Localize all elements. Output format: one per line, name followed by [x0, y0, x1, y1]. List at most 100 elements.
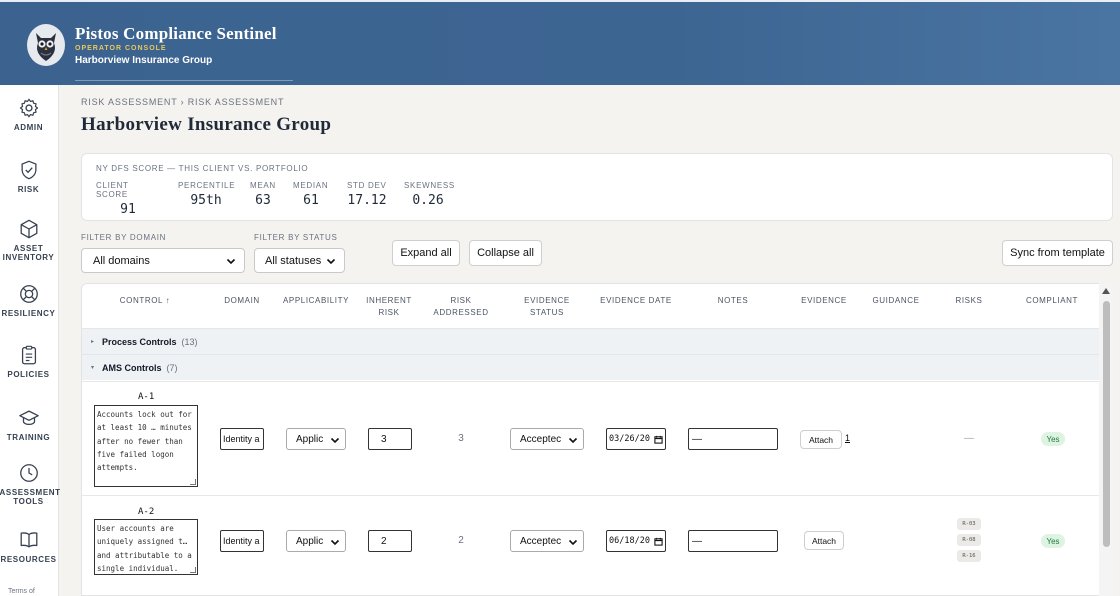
control-description-textarea[interactable]: User accounts are uniquely assigned t… a… — [94, 519, 198, 575]
stat-label: STD DEV — [347, 181, 387, 190]
sidebar-item-resiliency[interactable]: RESILIENCY — [0, 283, 57, 318]
stat-label: SKEWNESS — [404, 181, 455, 190]
group-row-ams-controls[interactable]: ▾ AMS Controls (7) — [82, 354, 1100, 380]
domain-input[interactable]: Identity a — [220, 530, 264, 552]
book-icon — [20, 532, 37, 548]
domain-filter-select[interactable]: All domains — [81, 248, 245, 273]
column-header-risks[interactable]: RISKS — [952, 295, 986, 307]
stat-label: CLIENT SCORE — [96, 181, 129, 199]
sidebar-item-assessment-tools[interactable]: ASSESSMENT TOOLS — [0, 462, 61, 506]
evidence-date-input[interactable]: 03/26/20 — [606, 428, 666, 450]
stat-label: MEAN — [250, 181, 276, 190]
collapse-all-button[interactable]: Collapse all — [469, 240, 542, 266]
inherent-risk-input[interactable]: 3 — [368, 428, 412, 450]
sidebar-item-resources[interactable]: RESOURCES — [0, 529, 57, 564]
resize-grip-icon[interactable] — [190, 567, 196, 573]
sync-from-template-button[interactable]: Sync from template — [1002, 240, 1113, 266]
stat-value: 0.26 — [412, 193, 444, 208]
column-header-compliant[interactable]: COMPLIANT — [1022, 295, 1082, 307]
control-description-textarea[interactable]: Accounts lock out for at least 10 … minu… — [94, 405, 198, 487]
evidence-status-select[interactable]: Acceptec — [510, 530, 584, 552]
domain-input[interactable]: Identity a — [220, 428, 264, 450]
notes-input[interactable]: — — [688, 428, 778, 450]
stat-label: MEDIAN — [293, 181, 329, 190]
column-header-control[interactable]: CONTROL ↑ — [112, 295, 178, 307]
sidebar-item-policies[interactable]: POLICIES — [0, 344, 57, 379]
app-header: Pistos Compliance Sentinel OPERATOR CONS… — [0, 0, 1120, 85]
chevron-down-icon — [568, 539, 578, 546]
column-header-inherent-risk[interactable]: INHERENT RISK — [364, 295, 414, 319]
group-name: Process Controls — [102, 336, 177, 347]
chevron-down-icon — [568, 437, 578, 444]
risks-empty: — — [964, 433, 974, 444]
status-filter-select[interactable]: All statuses — [254, 248, 345, 273]
column-header-evidence-date[interactable]: EVIDENCE DATE — [600, 295, 672, 307]
risk-chip[interactable]: R-16 — [957, 550, 981, 562]
control-id: A-1 — [138, 392, 155, 402]
expand-all-button[interactable]: Expand all — [392, 240, 460, 266]
breadcrumb: RISK ASSESSMENT › RISK ASSESSMENT — [81, 97, 285, 107]
graduation-cap-icon — [18, 410, 39, 426]
sidebar-item-label: RESILIENCY — [1, 309, 56, 318]
sidebar-item-label: TRAINING — [6, 433, 51, 442]
sidebar-item-label: POLICIES — [7, 370, 50, 379]
calendar-icon[interactable] — [654, 537, 663, 546]
table-scrollbar[interactable] — [1099, 283, 1113, 596]
domain-filter-label: FILTER BY DOMAIN — [81, 233, 167, 242]
risk-chip[interactable]: R-03 — [957, 518, 981, 530]
cube-icon — [20, 219, 37, 239]
column-header-evidence[interactable]: EVIDENCE — [798, 295, 850, 307]
stat-value: 17.12 — [347, 193, 387, 208]
column-header-applicability[interactable]: APPLICABILITY — [280, 295, 352, 307]
sidebar-item-admin[interactable]: ADMIN — [0, 97, 57, 132]
compliant-badge: Yes — [1041, 534, 1065, 548]
clipboard-icon — [21, 345, 36, 365]
sidebar-item-risk[interactable]: RISK — [0, 159, 57, 194]
column-header-risk-addressed[interactable]: RISK ADDRESSED — [430, 295, 492, 319]
group-name: AMS Controls — [102, 362, 162, 373]
group-count: (7) — [166, 362, 178, 373]
column-header-notes[interactable]: NOTES — [712, 295, 754, 307]
stat-client-score: CLIENT SCORE 91 — [96, 181, 160, 217]
stat-value: 91 — [120, 202, 136, 217]
domain-filter-value: All domains — [93, 254, 150, 267]
sidebar-item-asset-inventory[interactable]: ASSET INVENTORY — [0, 218, 57, 262]
sidebar-item-label: ASSESSMENT TOOLS — [0, 488, 61, 506]
evidence-date-input[interactable]: 06/18/20 — [606, 530, 666, 552]
controls-table: CONTROL ↑ DOMAIN APPLICABILITY INHERENT … — [81, 283, 1113, 596]
attachment-count-link[interactable]: 1 — [845, 433, 850, 443]
risk-addressed-value: 2 — [458, 535, 464, 546]
column-header-evidence-status[interactable]: EVIDENCE STATUS — [506, 295, 588, 319]
chevron-down-icon — [330, 539, 340, 546]
shield-check-icon — [20, 160, 37, 180]
page-title: Harborview Insurance Group — [81, 114, 332, 135]
chevron-down-icon — [226, 258, 236, 265]
attach-button[interactable]: Attach — [800, 430, 842, 449]
notes-input[interactable]: — — [688, 530, 778, 552]
calendar-icon[interactable] — [654, 435, 663, 444]
column-header-domain[interactable]: DOMAIN — [222, 295, 262, 307]
stat-std-dev: STD DEV 17.12 — [347, 181, 387, 208]
risk-chip[interactable]: R-08 — [957, 534, 981, 546]
scroll-up-arrow-icon[interactable] — [1102, 288, 1110, 294]
applicability-select[interactable]: Applic — [286, 530, 346, 552]
stat-median: MEDIAN 61 — [293, 181, 329, 208]
stat-value: 61 — [303, 193, 319, 208]
terms-link[interactable]: Terms of — [8, 588, 35, 595]
stat-percentile: PERCENTILE 95th — [178, 181, 235, 208]
group-row-process-controls[interactable]: ▸ Process Controls (13) — [82, 328, 1100, 354]
evidence-status-select[interactable]: Acceptec — [510, 428, 584, 450]
column-header-guidance[interactable]: GUIDANCE — [870, 295, 922, 307]
applicability-select[interactable]: Applic — [286, 428, 346, 450]
inherent-risk-input[interactable]: 2 — [368, 530, 412, 552]
attach-button[interactable]: Attach — [804, 531, 844, 550]
scrollbar-thumb[interactable] — [1103, 301, 1110, 547]
owl-logo-icon — [27, 24, 65, 66]
app-title: Pistos Compliance Sentinel — [75, 24, 277, 43]
risk-addressed-value: 3 — [458, 433, 464, 444]
stat-value: 95th — [190, 193, 222, 208]
caret-down-icon: ▾ — [91, 365, 95, 371]
sidebar-item-training[interactable]: TRAINING — [0, 407, 57, 442]
resize-grip-icon[interactable] — [190, 479, 196, 485]
sidebar-item-label: ADMIN — [13, 123, 44, 132]
